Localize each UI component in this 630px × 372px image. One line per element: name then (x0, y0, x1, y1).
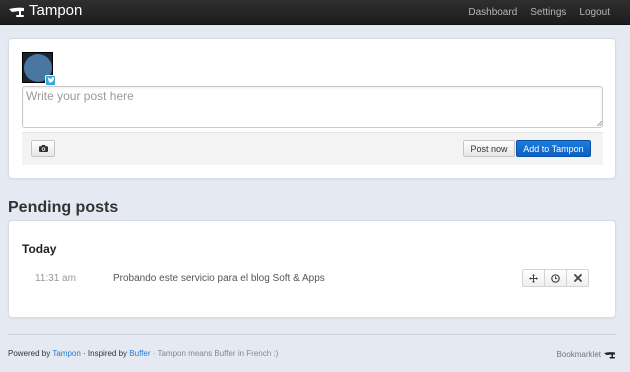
buffer-link[interactable]: Buffer (129, 349, 150, 358)
pending-posts-heading: Pending posts (8, 199, 119, 216)
schedule-post-button[interactable] (544, 269, 567, 287)
post-actions (522, 269, 589, 287)
clock-icon (551, 273, 560, 283)
bookmarklet-label: Bookmarklet (556, 349, 601, 359)
pending-post-row: 11:31 am Probando este servicio para el … (22, 268, 603, 290)
post-composer: Post now Add to Tampon (8, 38, 616, 179)
footer-credits: Powered by Tampon · Inspired by Buffer ·… (8, 349, 278, 358)
powered-by-text: Powered by (8, 349, 51, 358)
delete-icon (573, 274, 582, 282)
nav-logout-link[interactable]: Logout (579, 7, 610, 18)
top-navbar: Tampon Dashboard Settings Logout (0, 0, 630, 25)
tagline-text: · Tampon means Buffer in French :) (152, 349, 279, 358)
nav-dashboard-link[interactable]: Dashboard (468, 7, 517, 18)
reorder-post-button[interactable] (522, 269, 545, 287)
post-textarea[interactable] (22, 86, 603, 128)
tampon-stamp-icon (9, 7, 24, 17)
composer-toolbar: Post now Add to Tampon (22, 132, 603, 165)
camera-icon (38, 145, 48, 152)
nav-links: Dashboard Settings Logout (455, 0, 610, 24)
tampon-stamp-icon (604, 352, 615, 359)
add-to-tampon-button[interactable]: Add to Tampon (516, 140, 591, 157)
move-icon (529, 273, 538, 283)
nav-settings-link[interactable]: Settings (530, 7, 566, 18)
delete-post-button[interactable] (566, 269, 589, 287)
app-name: Tampon (29, 2, 83, 19)
tampon-link[interactable]: Tampon (52, 349, 80, 358)
post-text: Probando este servicio para el blog Soft… (113, 273, 325, 284)
pending-posts-panel: Today 11:31 am Probando este servicio pa… (8, 220, 616, 318)
day-heading: Today (22, 242, 57, 256)
resize-handle-icon[interactable] (597, 121, 602, 126)
footer-divider (8, 334, 616, 335)
bookmarklet-link[interactable]: Bookmarklet (557, 349, 616, 359)
post-now-button[interactable]: Post now (463, 140, 515, 157)
inspired-by-text: · Inspired by (83, 349, 128, 358)
add-photo-button[interactable] (31, 140, 55, 157)
twitter-icon (45, 75, 56, 86)
account-selector[interactable] (22, 52, 56, 86)
brand-link[interactable]: Tampon (8, 2, 82, 20)
post-time: 11:31 am (35, 273, 76, 284)
